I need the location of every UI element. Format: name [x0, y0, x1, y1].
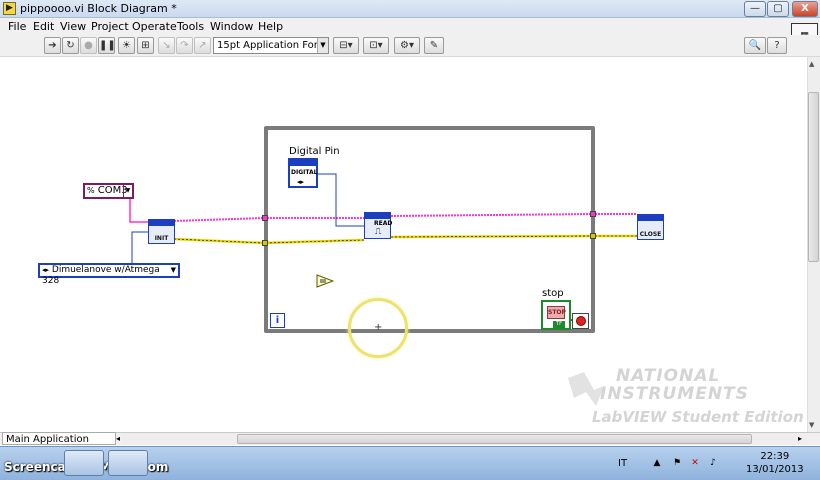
- ni-watermark: NATIONAL INSTRUMENTS LabVIEW Student Edi…: [566, 364, 806, 434]
- tray-network-icon[interactable]: ✕: [690, 458, 700, 468]
- arduino-init-subvi[interactable]: INIT: [148, 219, 175, 244]
- scroll-up-icon[interactable]: ▲: [809, 60, 814, 68]
- tray-flag-icon[interactable]: ⚑: [672, 458, 682, 468]
- scroll-right-icon[interactable]: ▸: [798, 434, 802, 443]
- stop-text: STOP: [547, 306, 566, 319]
- arduino-digital-read-subvi[interactable]: READ ⎍: [364, 212, 393, 239]
- watermark-line1: NATIONAL: [616, 366, 721, 386]
- scroll-down-icon[interactable]: ▼: [809, 421, 814, 429]
- enum-arrows-icon: ◂▸: [297, 178, 305, 186]
- visa-wire-const: [129, 199, 148, 223]
- read-label: READ: [374, 220, 393, 227]
- stop-label: stop: [542, 288, 564, 299]
- wait-node-icon[interactable]: [316, 274, 334, 288]
- visa-input-tunnel[interactable]: [262, 215, 268, 221]
- tf-badge: TF: [553, 321, 565, 328]
- vertical-scroll-thumb[interactable]: [808, 92, 819, 262]
- clock-time: 22:39: [760, 451, 790, 462]
- board-wire: [131, 231, 148, 263]
- watermark-line3: LabVIEW Student Edition: [592, 408, 804, 426]
- clock[interactable]: 22:39 13/01/2013: [746, 450, 804, 476]
- arduino-close-subvi[interactable]: CLOSE: [637, 214, 664, 240]
- horizontal-scroll-thumb[interactable]: [237, 434, 752, 444]
- subvi-header: [149, 220, 174, 226]
- stop-condition-icon: [576, 316, 586, 326]
- stop-button-terminal[interactable]: STOP TF: [541, 300, 571, 330]
- square-wave-icon: ⎍: [375, 227, 382, 237]
- taskbar-screencast-icon[interactable]: [108, 450, 148, 476]
- init-label: INIT: [154, 235, 169, 242]
- watermark-line2: INSTRUMENTS: [600, 384, 749, 404]
- subvi-header: [638, 215, 663, 221]
- visa-output-tunnel[interactable]: [590, 211, 596, 217]
- iteration-terminal[interactable]: i: [270, 313, 285, 328]
- application-instance: Main Application Instance: [2, 432, 116, 458]
- chevron-down-icon[interactable]: ▼: [171, 265, 176, 276]
- board-type-constant[interactable]: ◂▸ Dimuelanove w/Atmega 328 ▼: [38, 263, 180, 286]
- tray-up-arrow-icon[interactable]: ▲: [652, 458, 662, 468]
- enum-arrows-icon[interactable]: ◂▸: [42, 266, 49, 274]
- taskbar-labview-icon[interactable]: [64, 450, 104, 476]
- enum-header: [290, 160, 316, 166]
- digital-pin-label: Digital Pin: [289, 146, 340, 157]
- language-indicator[interactable]: IT: [618, 458, 627, 469]
- crosshair-cursor-icon: +: [374, 322, 383, 333]
- error-input-tunnel[interactable]: [262, 240, 268, 246]
- close-label: CLOSE: [639, 231, 662, 238]
- chevron-down-icon[interactable]: ▼: [123, 185, 132, 197]
- scroll-left-icon[interactable]: ◂: [116, 434, 120, 443]
- digital-enum-text: DIGITAL: [291, 169, 318, 176]
- subvi-header: [365, 213, 390, 219]
- digital-pin-enum[interactable]: DIGITAL ◂▸: [288, 158, 318, 188]
- tray-volume-icon[interactable]: ♪: [708, 458, 718, 468]
- visa-icon: %: [87, 186, 95, 195]
- visa-resource-constant[interactable]: % COM3 ▼: [83, 183, 134, 199]
- stop-condition-terminal[interactable]: [572, 313, 589, 329]
- error-output-tunnel[interactable]: [590, 233, 596, 239]
- clock-date: 13/01/2013: [746, 464, 804, 475]
